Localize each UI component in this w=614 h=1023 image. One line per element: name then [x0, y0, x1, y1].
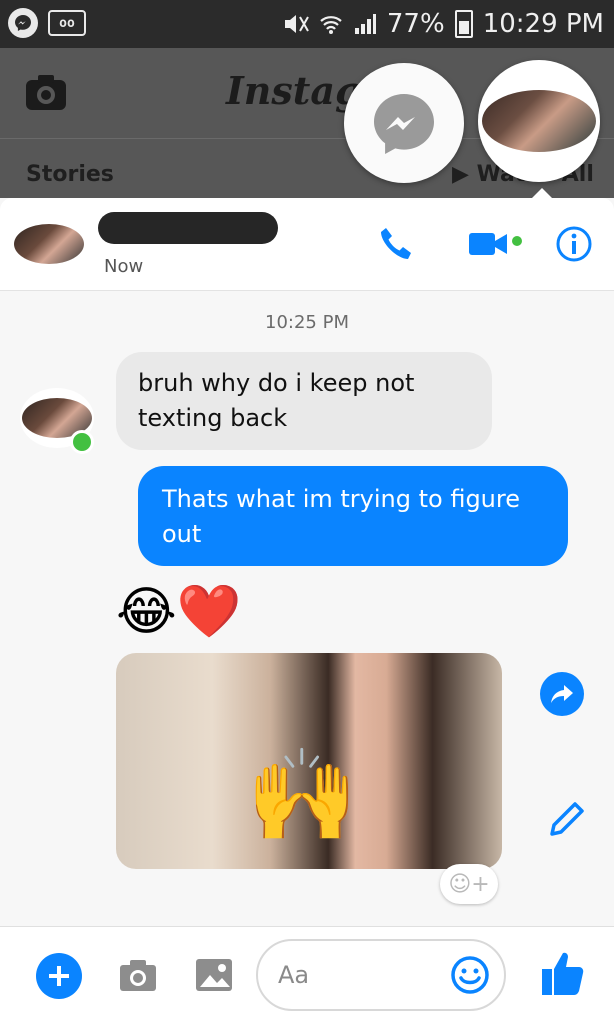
battery-percent: 77%	[386, 9, 445, 39]
contact-chat-head[interactable]	[478, 60, 600, 182]
share-photo-button[interactable]	[540, 672, 584, 716]
status-time: 10:29 PM	[482, 9, 604, 39]
plus-icon	[49, 966, 69, 986]
message-timestamp: 10:25 PM	[265, 312, 349, 333]
video-call-button[interactable]	[466, 224, 526, 264]
emoji-picker-icon[interactable]	[450, 955, 490, 995]
info-button[interactable]	[552, 224, 596, 264]
battery-icon	[454, 10, 473, 38]
message-input[interactable]: Aa	[256, 939, 506, 1011]
contact-name-redacted	[98, 212, 278, 244]
camera-button-icon[interactable]	[118, 957, 158, 993]
active-status: Now	[104, 256, 144, 277]
wifi-icon	[320, 16, 342, 34]
message-composer: Aa	[0, 926, 614, 1023]
messenger-icon	[374, 94, 434, 154]
voicemail-icon: oo	[48, 10, 86, 36]
outgoing-message[interactable]: Thats what im trying to figure out	[138, 466, 568, 566]
conversation-header: Now	[0, 198, 614, 291]
messenger-chat-head[interactable]	[344, 63, 464, 183]
stories-label: Stories	[26, 162, 114, 187]
camera-icon	[26, 75, 66, 110]
gallery-icon[interactable]	[194, 957, 234, 993]
more-actions-button[interactable]	[36, 953, 82, 999]
header-avatar[interactable]	[14, 224, 84, 264]
signal-icon	[354, 14, 376, 34]
incoming-message[interactable]: bruh why do i keep not texting back	[116, 352, 492, 450]
online-indicator	[70, 430, 94, 454]
chat-panel: Now 10:25 PM bruh why do i keep not text…	[0, 198, 614, 1023]
video-camera-icon	[469, 233, 522, 255]
status-bar: oo 77% 10:29 PM	[0, 0, 614, 48]
emoji-message[interactable]: 😂❤️	[116, 582, 242, 642]
add-reaction-button[interactable]: ☺+	[440, 864, 498, 904]
phone-icon	[381, 228, 411, 259]
like-thumbs-up-icon[interactable]	[540, 949, 584, 997]
share-arrow-icon	[551, 685, 573, 703]
messenger-notification-icon	[8, 8, 38, 38]
voice-call-button[interactable]	[374, 224, 418, 264]
message-input-placeholder: Aa	[278, 961, 310, 989]
edit-pencil-icon[interactable]	[546, 798, 588, 840]
raised-hands-emoji-overlay: 🙌	[246, 743, 359, 848]
info-icon	[556, 226, 592, 262]
contact-avatar	[482, 90, 596, 152]
mute-icon	[284, 15, 309, 33]
